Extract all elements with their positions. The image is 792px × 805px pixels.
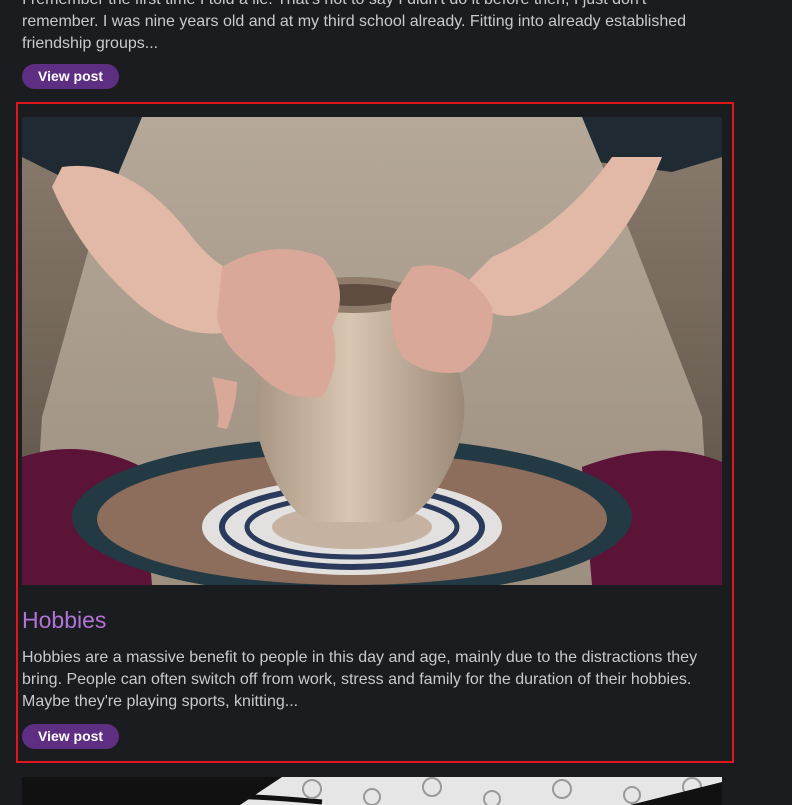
post-image[interactable] <box>22 117 722 585</box>
next-post-image[interactable] <box>22 777 722 805</box>
blog-post-list: I remember the first time I told a lie. … <box>0 0 792 805</box>
jigsaw-puzzle-icon <box>22 777 722 805</box>
previous-view-post-button[interactable]: View post <box>22 64 120 89</box>
view-post-button[interactable]: View post <box>22 724 120 749</box>
pottery-wheel-icon <box>22 117 722 585</box>
post-excerpt: Hobbies are a massive benefit to people … <box>22 649 698 710</box>
post-title[interactable]: Hobbies <box>22 607 106 634</box>
highlighted-post-card: Hobbies Hobbies are a massive benefit to… <box>16 102 734 763</box>
previous-post-excerpt: I remember the first time I told a lie. … <box>22 0 687 52</box>
